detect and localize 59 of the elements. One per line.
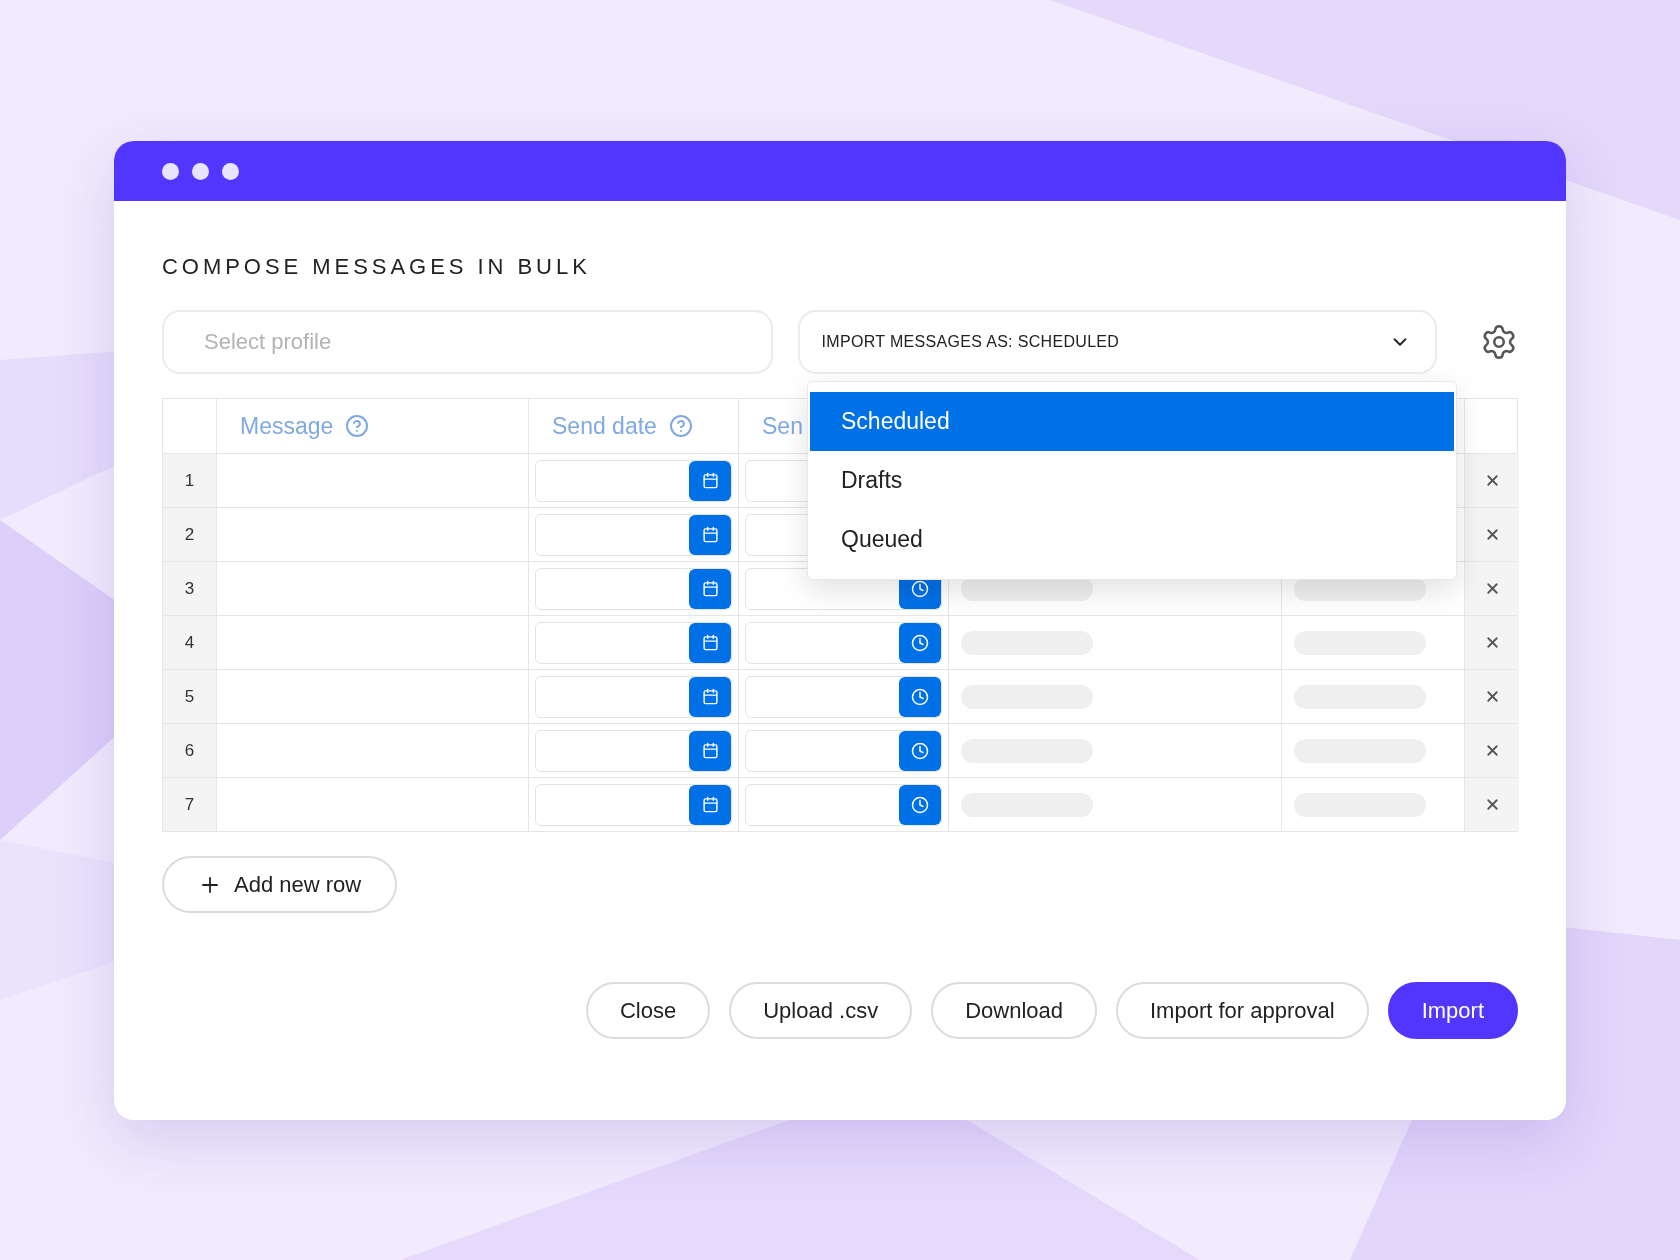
- settings-icon[interactable]: [1480, 323, 1518, 361]
- calendar-button[interactable]: [689, 622, 731, 663]
- import-type-select[interactable]: IMPORT MESSAGES AS: SCHEDULED: [797, 310, 1437, 374]
- calendar-icon: [701, 796, 719, 813]
- dropdown-option[interactable]: Scheduled: [810, 392, 1454, 451]
- column-header: Message: [240, 411, 334, 441]
- calendar-icon: [701, 634, 719, 651]
- time-field[interactable]: [745, 729, 942, 772]
- date-field[interactable]: [535, 729, 732, 772]
- date-field[interactable]: [535, 783, 732, 826]
- row-number: 2: [184, 523, 195, 546]
- row-number: 3: [184, 577, 195, 600]
- row-number: 1: [184, 469, 195, 492]
- column-header: Sen: [762, 411, 803, 441]
- date-field[interactable]: [535, 675, 732, 718]
- date-field[interactable]: [535, 567, 732, 610]
- row-number: 4: [184, 631, 195, 654]
- time-field[interactable]: [745, 621, 942, 664]
- calendar-icon: [701, 688, 719, 705]
- action-button[interactable]: Upload .csv: [729, 982, 913, 1039]
- action-button[interactable]: Download: [931, 982, 1097, 1039]
- calendar-icon: [701, 742, 719, 759]
- action-button[interactable]: Import for approval: [1116, 982, 1369, 1039]
- profile-field[interactable]: Select profile: [162, 310, 773, 374]
- date-field[interactable]: [535, 459, 732, 502]
- calendar-button[interactable]: [689, 730, 731, 771]
- action-button[interactable]: Close: [585, 982, 711, 1039]
- row-number: 6: [184, 739, 195, 762]
- calendar-icon: [701, 526, 719, 543]
- action-button[interactable]: Import: [1387, 982, 1518, 1039]
- window-title: COMPOSE MESSAGES IN BULK: [162, 253, 592, 281]
- clock-button[interactable]: [899, 622, 941, 663]
- clock-button[interactable]: [899, 676, 941, 717]
- add-row-button[interactable]: Add new row: [162, 856, 398, 913]
- clock-button[interactable]: [899, 730, 941, 771]
- calendar-button[interactable]: [689, 514, 731, 555]
- date-field[interactable]: [535, 621, 732, 664]
- clock-icon: [911, 741, 929, 760]
- clock-icon: [911, 687, 929, 706]
- time-field[interactable]: [745, 567, 942, 610]
- help-icon[interactable]: [668, 414, 693, 438]
- time-field[interactable]: [745, 783, 942, 826]
- dropdown-option[interactable]: Drafts: [810, 451, 1454, 510]
- time-field[interactable]: [745, 675, 942, 718]
- clock-icon: [911, 795, 929, 814]
- calendar-button[interactable]: [689, 460, 731, 501]
- clock-button[interactable]: [899, 784, 941, 825]
- row-number: 5: [184, 685, 195, 708]
- date-field[interactable]: [535, 513, 732, 556]
- clock-icon: [911, 633, 929, 652]
- dropdown-option[interactable]: Queued: [810, 510, 1454, 569]
- calendar-icon: [701, 580, 719, 597]
- help-icon[interactable]: [345, 414, 370, 438]
- column-header: Send date: [552, 411, 657, 441]
- calendar-button[interactable]: [689, 676, 731, 717]
- calendar-button[interactable]: [689, 568, 731, 609]
- row-number: 7: [184, 793, 195, 816]
- calendar-icon: [701, 472, 719, 489]
- calendar-button[interactable]: [689, 784, 731, 825]
